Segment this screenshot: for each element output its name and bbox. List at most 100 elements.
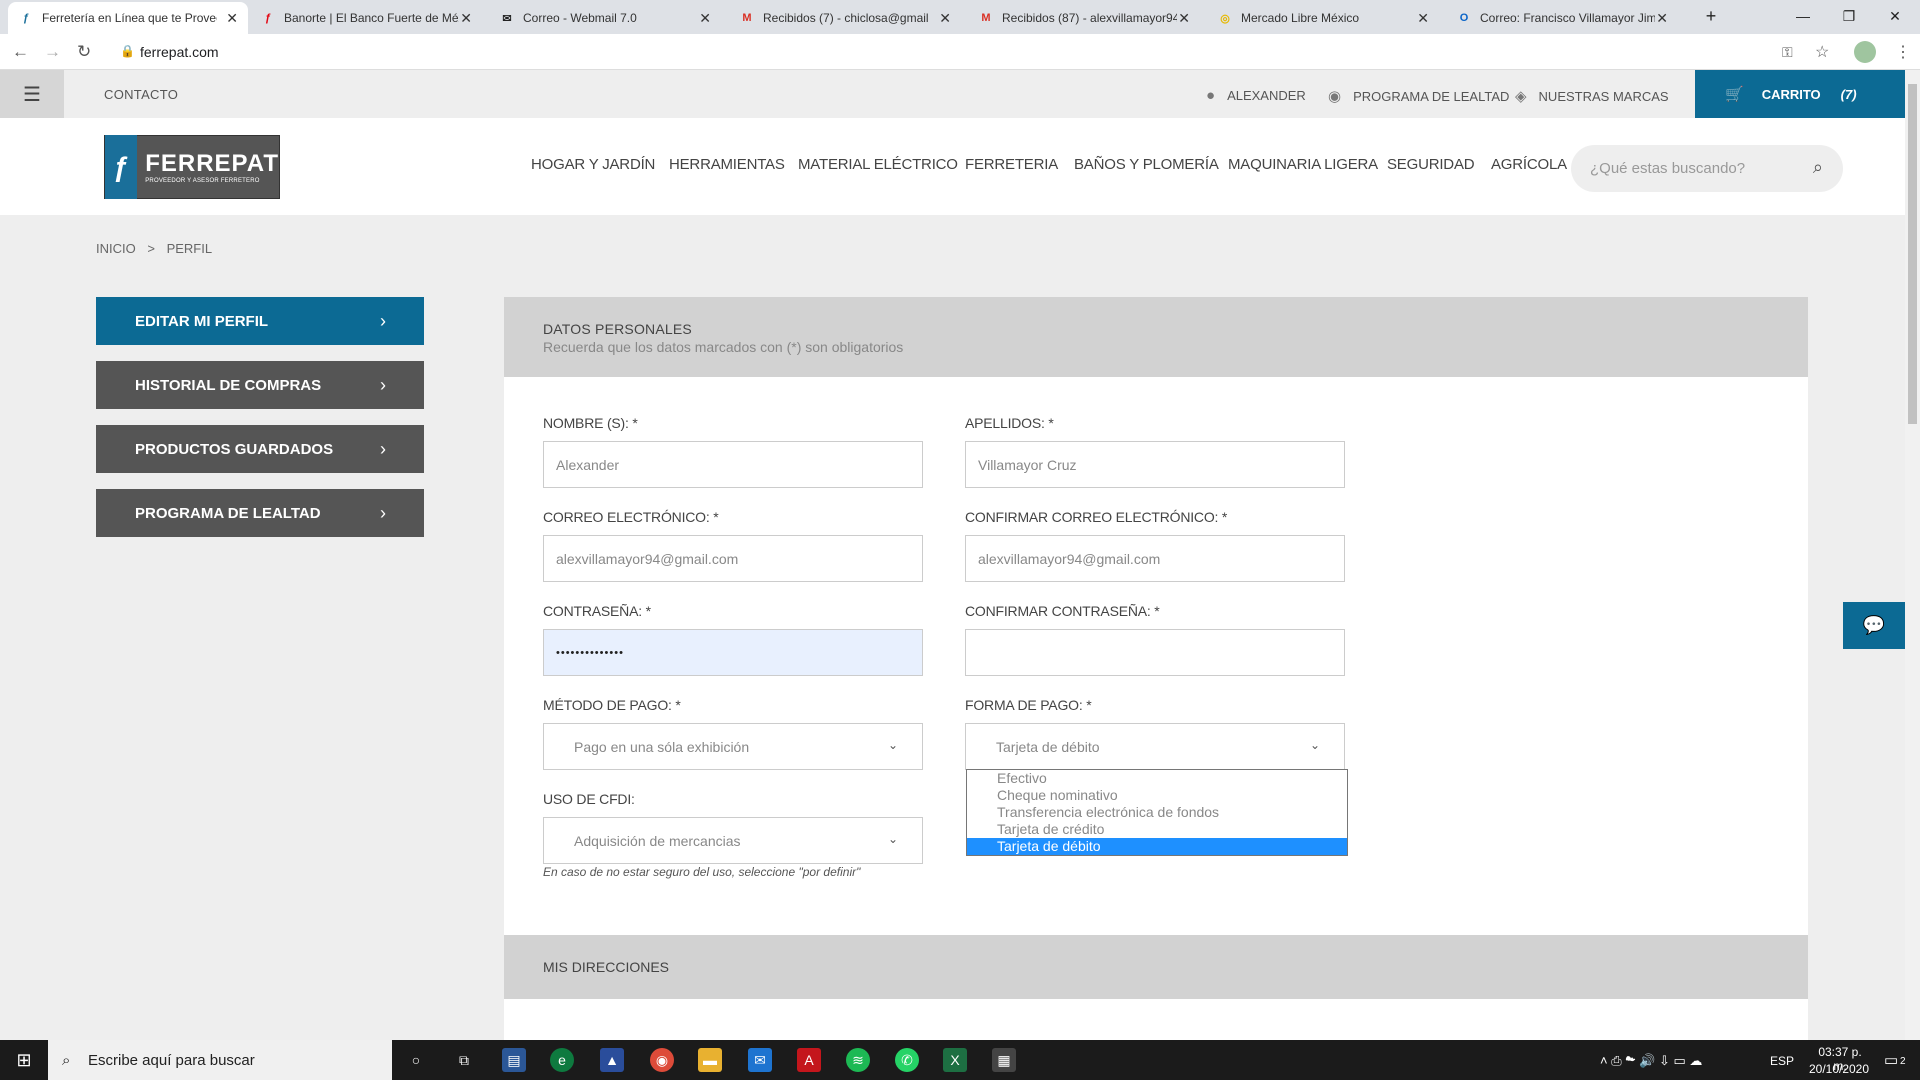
dropdown-option-selected[interactable]: Tarjeta de débito bbox=[967, 838, 1347, 855]
nombre-label: NOMBRE (S): * bbox=[543, 415, 638, 431]
cfdi-select[interactable]: Adquisición de mercancias ⌄ bbox=[543, 817, 923, 864]
minimize-icon[interactable]: — bbox=[1780, 0, 1826, 32]
acrobat-icon[interactable]: A bbox=[797, 1048, 821, 1072]
menu-item-agricola[interactable]: AGRÍCOLA bbox=[1491, 156, 1567, 173]
forma-pago-select[interactable]: Tarjeta de débito ⌄ bbox=[965, 723, 1345, 770]
hamburger-menu-icon[interactable]: ☰ bbox=[0, 70, 64, 118]
cart-count: (7) bbox=[1840, 86, 1857, 102]
menu-dots-icon[interactable]: ⋮ bbox=[1895, 42, 1911, 62]
chat-icon: 💬 bbox=[1862, 615, 1886, 635]
dropdown-option[interactable]: Tarjeta de crédito bbox=[967, 821, 1347, 838]
menu-item-ferreteria[interactable]: FERRETERIA bbox=[965, 156, 1058, 173]
excel-icon[interactable]: X bbox=[943, 1048, 967, 1072]
menu-item-herramientas[interactable]: HERRAMIENTAS bbox=[669, 156, 785, 173]
language-indicator[interactable]: ESP bbox=[1770, 1054, 1794, 1068]
close-tab-icon[interactable]: ✕ bbox=[939, 10, 951, 27]
scrollbar-thumb[interactable] bbox=[1908, 84, 1917, 424]
browser-tab[interactable]: O Correo: Francisco Villamayor Jim ✕ bbox=[1446, 2, 1678, 34]
brands-link[interactable]: ◈ NUESTRAS MARCAS bbox=[1515, 87, 1669, 105]
whatsapp-icon[interactable]: ✆ bbox=[895, 1048, 919, 1072]
browser-tab[interactable]: ✉ Correo - Webmail 7.0 ✕ bbox=[489, 2, 721, 34]
close-tab-icon[interactable]: ✕ bbox=[1417, 10, 1429, 27]
close-tab-icon[interactable]: ✕ bbox=[460, 10, 472, 27]
cortana-icon[interactable]: ○ bbox=[404, 1048, 428, 1072]
ferrepat-logo[interactable]: ƒ FERREPAT PROVEEDOR Y ASESOR FERRETERO bbox=[104, 135, 280, 199]
confirm-password-label: CONFIRMAR CONTRASEÑA: * bbox=[965, 603, 1160, 619]
user-account-link[interactable]: ● ALEXANDER bbox=[1206, 87, 1306, 104]
close-tab-icon[interactable]: ✕ bbox=[226, 10, 238, 27]
reload-icon[interactable]: ↻ bbox=[77, 42, 91, 62]
clock-date[interactable]: 20/10/2020 bbox=[1804, 1062, 1874, 1076]
task-view-icon[interactable]: ⧉ bbox=[452, 1048, 476, 1072]
calculator-icon[interactable]: ▦ bbox=[992, 1048, 1016, 1072]
sidebar-item-editar-perfil[interactable]: EDITAR MI PERFIL › bbox=[96, 297, 424, 345]
chat-button[interactable]: 💬 bbox=[1843, 602, 1905, 649]
menu-item-maquinaria[interactable]: MAQUINARIA LIGERA bbox=[1228, 156, 1378, 173]
password-field[interactable]: •••••••••••••• bbox=[543, 629, 923, 676]
browser-tab[interactable]: ◎ Mercado Libre México ✕ bbox=[1207, 2, 1439, 34]
tray-icons[interactable]: ˄ ⎙ ☁ 🔊 ⇩ ▭ ☁ bbox=[1600, 1053, 1702, 1069]
email-field[interactable]: alexvillamayor94@gmail.com bbox=[543, 535, 923, 582]
edge-icon[interactable]: e bbox=[550, 1048, 574, 1072]
menu-item-hogar[interactable]: HOGAR Y JARDÍN bbox=[531, 156, 655, 173]
notification-count: 2 bbox=[1900, 1056, 1906, 1067]
taskbar-search-input[interactable]: ⌕ Escribe aquí para buscar bbox=[48, 1040, 392, 1080]
chevron-right-icon: › bbox=[380, 310, 386, 331]
menu-item-seguridad[interactable]: SEGURIDAD bbox=[1387, 156, 1475, 173]
dropdown-option[interactable]: Cheque nominativo bbox=[967, 787, 1347, 804]
new-tab-button[interactable]: + bbox=[1688, 0, 1734, 32]
search-input[interactable]: ¿Qué estas buscando? ⌕ bbox=[1571, 145, 1843, 192]
site-header: ƒ FERREPAT PROVEEDOR Y ASESOR FERRETERO … bbox=[0, 118, 1905, 215]
brands-label: NUESTRAS MARCAS bbox=[1538, 88, 1669, 104]
browser-tab[interactable]: ƒ Banorte | El Banco Fuerte de Méx ✕ bbox=[250, 2, 482, 34]
cfdi-value: Adquisición de mercancias bbox=[574, 833, 741, 849]
app-icon[interactable]: ▲ bbox=[600, 1048, 624, 1072]
confirm-email-field[interactable]: alexvillamayor94@gmail.com bbox=[965, 535, 1345, 582]
dropdown-option[interactable]: Efectivo bbox=[967, 770, 1347, 787]
sidebar-item-lealtad[interactable]: PROGRAMA DE LEALTAD › bbox=[96, 489, 424, 537]
sidebar-item-historial[interactable]: HISTORIAL DE COMPRAS › bbox=[96, 361, 424, 409]
metodo-pago-value: Pago en una sóla exhibición bbox=[574, 739, 750, 755]
chevron-down-icon: ⌄ bbox=[887, 738, 898, 752]
restore-icon[interactable]: ❐ bbox=[1826, 0, 1872, 32]
close-tab-icon[interactable]: ✕ bbox=[699, 10, 711, 27]
addresses-section-body bbox=[504, 999, 1808, 1040]
profile-avatar[interactable] bbox=[1854, 41, 1876, 63]
nombre-field[interactable]: Alexander bbox=[543, 441, 923, 488]
browser-tab[interactable]: M Recibidos (7) - chiclosa@gmail ✕ bbox=[729, 2, 961, 34]
notifications-icon[interactable]: ▭ bbox=[1884, 1051, 1898, 1069]
apellidos-field[interactable]: Villamayor Cruz bbox=[965, 441, 1345, 488]
windows-start-icon[interactable]: ⊞ bbox=[0, 1040, 48, 1080]
outlook-favicon: O bbox=[1459, 12, 1469, 24]
close-tab-icon[interactable]: ✕ bbox=[1178, 10, 1190, 27]
page-scrollbar[interactable] bbox=[1905, 70, 1920, 1040]
menu-item-material-electrico[interactable]: MATERIAL ELÉCTRICO bbox=[798, 156, 958, 173]
breadcrumb-home[interactable]: INICIO bbox=[96, 241, 136, 256]
contact-link[interactable]: CONTACTO bbox=[104, 87, 178, 102]
store-icon[interactable]: ▤ bbox=[502, 1048, 526, 1072]
form-subtitle: Recuerda que los datos marcados con (*) … bbox=[543, 339, 904, 355]
browser-tab[interactable]: ƒ Ferretería en Línea que te Provee ✕ bbox=[8, 2, 248, 34]
spotify-icon[interactable]: ≋ bbox=[846, 1048, 870, 1072]
file-explorer-icon[interactable]: ▬ bbox=[698, 1048, 722, 1072]
dropdown-option[interactable]: Transferencia electrónica de fondos bbox=[967, 804, 1347, 821]
menu-item-banos[interactable]: BAÑOS Y PLOMERÍA bbox=[1074, 156, 1219, 173]
close-window-icon[interactable]: ✕ bbox=[1872, 0, 1918, 32]
back-icon[interactable]: ← bbox=[12, 42, 29, 62]
cart-button[interactable]: 🛒 CARRITO (7) bbox=[1695, 70, 1905, 118]
chrome-icon[interactable]: ◉ bbox=[650, 1048, 674, 1072]
browser-tab[interactable]: M Recibidos (87) - alexvillamayor94 ✕ bbox=[968, 2, 1200, 34]
metodo-pago-select[interactable]: Pago en una sóla exhibición ⌄ bbox=[543, 723, 923, 770]
key-icon[interactable]: ⚿ bbox=[1782, 44, 1793, 61]
forward-icon[interactable]: → bbox=[44, 42, 61, 62]
close-tab-icon[interactable]: ✕ bbox=[1656, 10, 1668, 27]
search-icon[interactable]: ⌕ bbox=[1813, 157, 1823, 178]
mail-icon[interactable]: ✉ bbox=[748, 1048, 772, 1072]
sidebar-item-productos-guardados[interactable]: PRODUCTOS GUARDADOS › bbox=[96, 425, 424, 473]
breadcrumb-separator: > bbox=[147, 241, 155, 256]
forma-pago-value: Tarjeta de débito bbox=[996, 739, 1100, 755]
bookmark-star-icon[interactable]: ☆ bbox=[1815, 42, 1829, 62]
confirm-password-field[interactable] bbox=[965, 629, 1345, 676]
url-field[interactable]: ferrepat.com bbox=[140, 44, 219, 60]
loyalty-program-link[interactable]: ◉ PROGRAMA DE LEALTAD bbox=[1328, 87, 1509, 105]
